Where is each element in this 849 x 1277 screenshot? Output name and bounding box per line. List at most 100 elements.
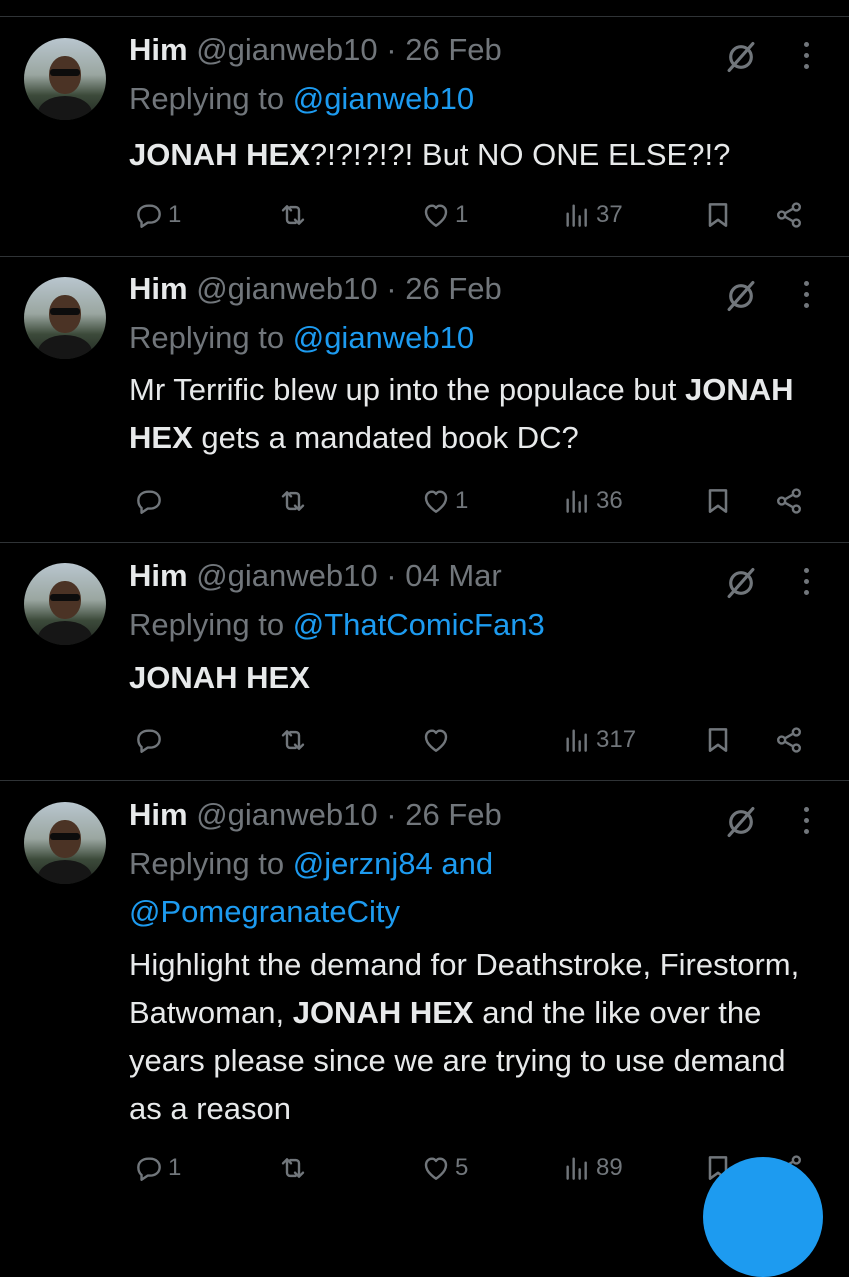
display-name[interactable]: Him (129, 558, 188, 593)
repost-icon (277, 1152, 309, 1184)
like-count: 1 (455, 201, 469, 228)
replying-prefix: Replying to (129, 607, 285, 642)
views-button[interactable]: 36 (561, 481, 623, 521)
divider (0, 780, 849, 781)
like-icon (420, 199, 452, 231)
views-count: 36 (596, 487, 623, 514)
replying-to: Replying to @ThatComicFan3 (129, 601, 545, 649)
views-button[interactable]: 37 (561, 195, 623, 235)
like-button[interactable]: 1 (420, 195, 468, 235)
repost-button[interactable] (277, 1148, 312, 1188)
compose-button[interactable] (703, 1157, 823, 1277)
timestamp[interactable]: 26 Feb (405, 271, 502, 306)
tweet-text: Mr Terrific blew up into the populace bu… (129, 366, 809, 462)
divider (0, 542, 849, 543)
bookmark-button[interactable] (702, 720, 734, 760)
share-icon (773, 199, 805, 231)
handle[interactable]: @gianweb10 (196, 558, 377, 593)
reply-icon (133, 485, 165, 517)
handle[interactable]: @gianweb10 (196, 32, 377, 67)
mention-link[interactable]: @gianweb10 (293, 320, 474, 355)
bookmark-button[interactable] (702, 481, 734, 521)
reply-count: 1 (168, 201, 182, 228)
replying-prefix: Replying to (129, 320, 285, 355)
action-bar: 1 1 37 (0, 195, 849, 235)
views-button[interactable]: 89 (561, 1148, 623, 1188)
views-icon (561, 1152, 593, 1184)
more-icon[interactable] (797, 275, 817, 315)
like-button[interactable] (420, 720, 455, 760)
more-icon[interactable] (797, 801, 817, 841)
tweet-text: JONAH HEX?!?!?!?! But NO ONE ELSE?!? (129, 131, 819, 179)
repost-button[interactable] (277, 195, 312, 235)
display-name[interactable]: Him (129, 32, 188, 67)
separator: · (386, 271, 397, 306)
handle[interactable]: @gianweb10 (196, 271, 377, 306)
text-run: Mr Terrific blew up into the populace bu… (129, 372, 686, 407)
views-count: 317 (596, 726, 637, 753)
share-icon (773, 724, 805, 756)
like-icon (420, 1152, 452, 1184)
like-button[interactable]: 1 (420, 481, 468, 521)
views-icon (561, 724, 593, 756)
bold-text: JONAH HEX (292, 995, 474, 1030)
more-icon[interactable] (797, 562, 817, 602)
replying-prefix: Replying to (129, 81, 285, 116)
separator: · (386, 558, 397, 593)
avatar[interactable] (24, 277, 106, 359)
replying-to: Replying to @gianweb10 (129, 75, 474, 123)
share-button[interactable] (773, 720, 805, 760)
text-run: gets a mandated book DC? (192, 420, 579, 455)
grok-icon[interactable] (722, 38, 760, 76)
repost-button[interactable] (277, 481, 312, 521)
timestamp[interactable]: 04 Mar (405, 558, 501, 593)
more-icon[interactable] (797, 36, 817, 76)
grok-icon[interactable] (722, 564, 760, 602)
reply-button[interactable] (133, 481, 168, 521)
like-button[interactable]: 5 (420, 1148, 468, 1188)
bookmark-button[interactable] (702, 195, 734, 235)
avatar[interactable] (24, 802, 106, 884)
reply-button[interactable]: 1 (133, 1148, 181, 1188)
timestamp[interactable]: 26 Feb (405, 32, 502, 67)
bookmark-icon (702, 199, 734, 231)
timestamp[interactable]: 26 Feb (405, 797, 502, 832)
reply-button[interactable]: 1 (133, 195, 181, 235)
bookmark-icon (702, 724, 734, 756)
grok-icon[interactable] (722, 803, 760, 841)
tweet-text: JONAH HEX (129, 654, 819, 702)
like-count: 5 (455, 1154, 469, 1181)
share-button[interactable] (773, 195, 805, 235)
mention-link[interactable]: @ThatComicFan3 (293, 607, 545, 642)
display-name[interactable]: Him (129, 797, 188, 832)
repost-button[interactable] (277, 720, 312, 760)
mention-link[interactable]: @gianweb10 (293, 81, 474, 116)
tweet-header: Him @gianweb10 · 26 Feb (129, 797, 502, 833)
tweet-header: Him @gianweb10 · 26 Feb (129, 32, 502, 68)
reply-count: 1 (168, 1154, 182, 1181)
repost-icon (277, 724, 309, 756)
bold-text: JONAH HEX (129, 660, 310, 695)
views-icon (561, 485, 593, 517)
like-count: 1 (455, 487, 469, 514)
replying-prefix: Replying to (129, 846, 285, 881)
avatar[interactable] (24, 563, 106, 645)
grok-icon[interactable] (722, 277, 760, 315)
handle[interactable]: @gianweb10 (196, 797, 377, 832)
display-name[interactable]: Him (129, 271, 188, 306)
views-icon (561, 199, 593, 231)
reply-button[interactable] (133, 720, 168, 760)
share-icon (773, 485, 805, 517)
replying-to: Replying to @gianweb10 (129, 314, 474, 362)
avatar[interactable] (24, 38, 106, 120)
views-button[interactable]: 317 (561, 720, 636, 760)
divider (0, 16, 849, 17)
bookmark-icon (702, 485, 734, 517)
reply-icon (133, 724, 165, 756)
action-bar: 317 (0, 720, 849, 760)
reply-icon (133, 199, 165, 231)
bold-text: JONAH HEX (129, 137, 310, 172)
share-button[interactable] (773, 481, 805, 521)
tweet-header: Him @gianweb10 · 04 Mar (129, 558, 502, 594)
tweet-header: Him @gianweb10 · 26 Feb (129, 271, 502, 307)
